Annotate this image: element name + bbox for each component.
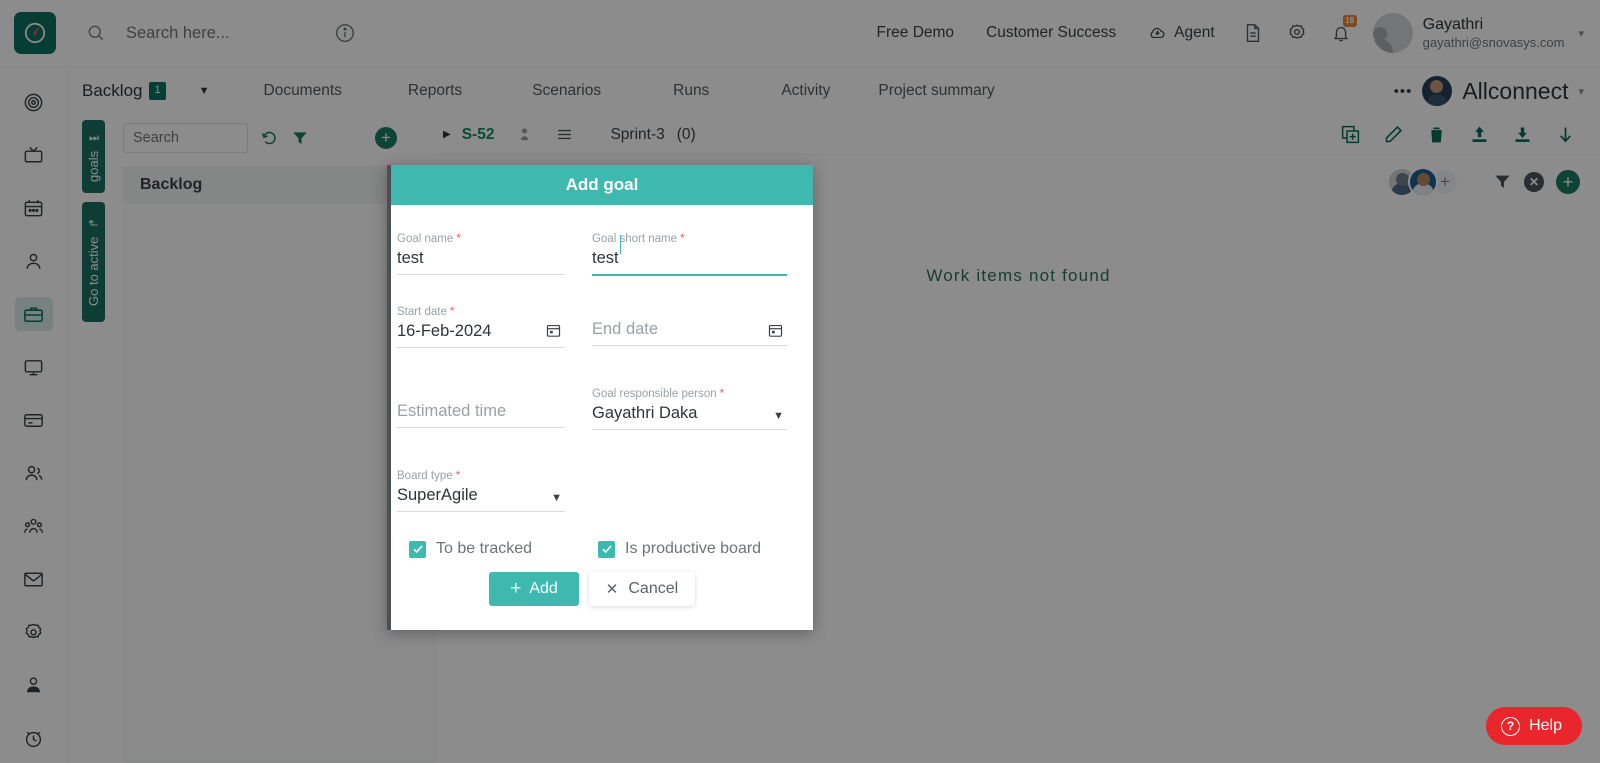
required-marker: * <box>680 231 685 245</box>
field-board-type: Board type* ▼ <box>397 456 592 516</box>
is-productive-board-checkbox[interactable]: Is productive board <box>598 540 787 558</box>
field-spacer <box>592 456 787 516</box>
goal-short-name-label: Goal short name* <box>592 231 787 245</box>
text-caret <box>620 235 621 254</box>
goal-name-input[interactable] <box>397 247 565 275</box>
goal-responsible-person-label-text: Goal responsible person <box>592 388 717 400</box>
dialog-title: Add goal <box>391 165 813 205</box>
board-type-label: Board type* <box>397 468 565 482</box>
required-marker: * <box>456 231 461 245</box>
field-end-date <box>592 292 787 352</box>
required-marker: * <box>456 468 461 482</box>
help-button-label: Help <box>1529 717 1562 735</box>
goal-responsible-person-label: Goal responsible person* <box>592 386 787 400</box>
field-start-date: Start date* <box>397 292 592 352</box>
goal-responsible-person-select[interactable] <box>592 402 787 430</box>
start-date-input[interactable] <box>397 320 565 348</box>
board-type-select[interactable] <box>397 484 565 512</box>
question-circle-icon: ? <box>1501 717 1520 736</box>
required-marker: * <box>450 304 455 318</box>
goal-short-name-input[interactable] <box>592 247 787 276</box>
board-type-label-text: Board type <box>397 470 453 482</box>
help-button[interactable]: ? Help <box>1486 707 1582 745</box>
add-button-label: Add <box>529 580 557 598</box>
calendar-icon[interactable] <box>767 322 784 344</box>
end-date-label <box>592 304 787 316</box>
checkmark-icon <box>598 541 615 558</box>
end-date-input[interactable] <box>592 318 787 346</box>
goal-short-name-label-text: Goal short name <box>592 233 677 245</box>
start-date-label-text: Start date <box>397 306 447 318</box>
add-goal-dialog: Add goal Goal name* Goal short name* Sta… <box>387 165 813 630</box>
add-button[interactable]: + Add <box>489 572 579 606</box>
field-goal-responsible-person: Goal responsible person* ▼ <box>592 374 787 434</box>
field-goal-short-name: Goal short name* <box>592 219 787 280</box>
close-x-icon: ✕ <box>606 580 619 598</box>
to-be-tracked-checkbox[interactable]: To be tracked <box>409 540 598 558</box>
checkbox-group: To be tracked Is productive board <box>409 540 787 558</box>
checkmark-icon <box>409 541 426 558</box>
chevron-down-icon[interactable]: ▼ <box>551 492 562 504</box>
estimated-time-label <box>397 386 565 398</box>
chevron-down-icon[interactable]: ▼ <box>773 410 784 422</box>
dialog-actions: + Add ✕ Cancel <box>397 558 787 630</box>
start-date-label: Start date* <box>397 304 565 318</box>
goal-name-label: Goal name* <box>397 231 565 245</box>
to-be-tracked-label: To be tracked <box>436 540 532 558</box>
cancel-button[interactable]: ✕ Cancel <box>589 572 695 606</box>
estimated-time-input[interactable] <box>397 400 565 428</box>
required-marker: * <box>720 386 725 400</box>
calendar-icon[interactable] <box>545 322 562 344</box>
is-productive-board-label: Is productive board <box>625 540 761 558</box>
field-goal-name: Goal name* <box>397 219 592 280</box>
field-estimated-time <box>397 374 592 434</box>
goal-name-label-text: Goal name <box>397 233 453 245</box>
cancel-button-label: Cancel <box>628 580 678 598</box>
